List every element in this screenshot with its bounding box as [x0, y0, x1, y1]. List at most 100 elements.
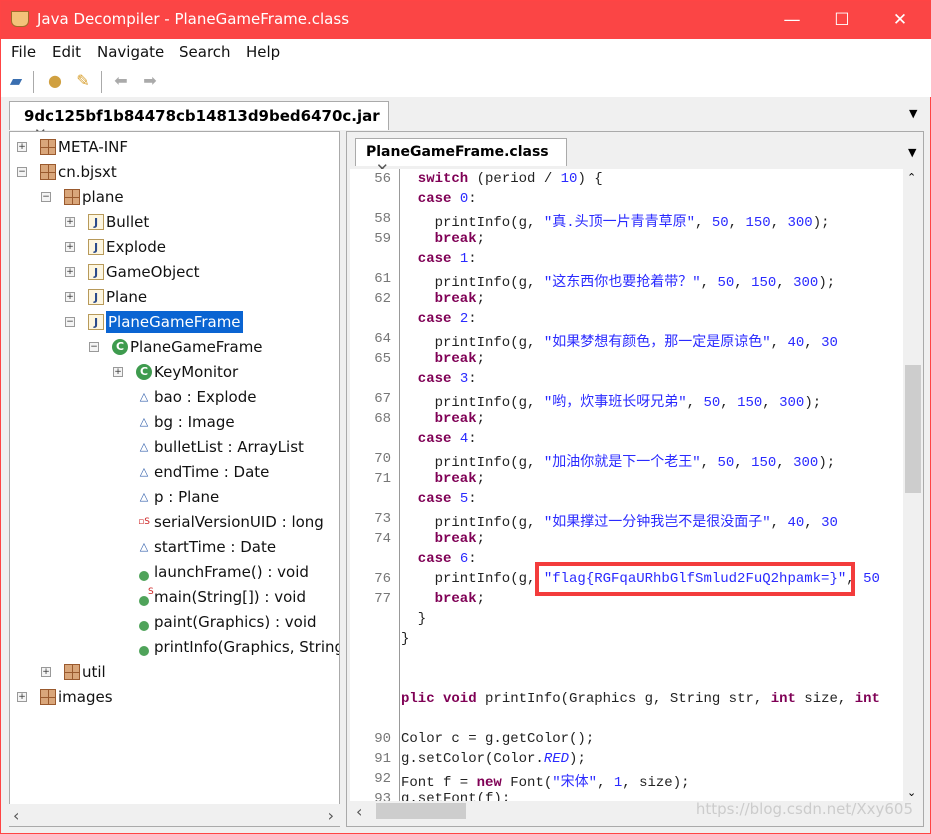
menu-edit[interactable]: Edit [52, 43, 81, 61]
tree-item[interactable]: + J Plane [10, 286, 339, 308]
tree-item-label: GameObject [106, 263, 200, 281]
tab-list-dropdown-icon[interactable]: ▼ [909, 107, 917, 120]
line-number: 64 [374, 331, 391, 347]
package-icon [40, 164, 56, 180]
tree-item[interactable]: printInfo(Graphics, String [10, 636, 339, 658]
expand-icon[interactable]: + [65, 267, 75, 277]
code-line: break; [401, 411, 485, 427]
toolbar-separator [33, 71, 34, 93]
tree-item-label: PlaneGameFrame [106, 311, 243, 333]
tree-item[interactable]: + J GameObject [10, 261, 339, 283]
expand-icon[interactable]: + [113, 367, 123, 377]
tab-class-file[interactable]: PlaneGameFrame.class ✕ [355, 138, 567, 178]
tree-item[interactable]: △ endTime : Date [10, 461, 339, 483]
menu-navigate[interactable]: Navigate [97, 43, 164, 61]
code-line: case 5: [401, 491, 477, 507]
static-field-icon: ▫S [138, 517, 150, 527]
code-token: (period / [468, 171, 561, 187]
collapse-icon[interactable]: − [89, 342, 99, 352]
tree-item[interactable]: ▫S serialVersionUID : long [10, 511, 339, 533]
code-line: printInfo(g, "如果梦想有颜色，那一定是原谅色", 40, 30 [401, 331, 838, 351]
expand-icon[interactable]: + [65, 242, 75, 252]
code-token: } [417, 611, 427, 627]
scroll-left-icon[interactable]: ‹ [356, 802, 362, 821]
window-title: Java Decompiler - PlaneGameFrame.class [37, 10, 350, 28]
expand-icon[interactable]: + [65, 292, 75, 302]
tree-item[interactable]: − J PlaneGameFrame [10, 311, 339, 333]
code-token: int [770, 691, 796, 707]
collapse-icon[interactable]: − [65, 317, 75, 327]
tree-item[interactable]: △ p : Plane [10, 486, 339, 508]
code-token: 5 [459, 491, 469, 507]
scroll-right-icon[interactable]: › [328, 806, 334, 825]
tree-item[interactable]: Smain(String[]) : void [10, 586, 339, 608]
expand-icon[interactable]: + [41, 667, 51, 677]
menu-search[interactable]: Search [179, 43, 231, 61]
minimize-button[interactable]: — [779, 7, 805, 33]
tree-item[interactable]: △ bg : Image [10, 411, 339, 433]
code-token: 150 [745, 215, 771, 231]
code-token: , size); [622, 775, 690, 791]
expand-icon[interactable]: + [17, 142, 27, 152]
line-number: 90 [374, 731, 391, 747]
scroll-up-icon[interactable]: ⌃ [907, 171, 916, 184]
tree-item[interactable]: △ bao : Explode [10, 386, 339, 408]
code-token: , [846, 571, 864, 587]
code-token: , [762, 395, 780, 411]
tree-item[interactable]: − C PlaneGameFrame [10, 336, 339, 358]
code-editor[interactable]: 56 58 59 61 62 64 65 67 68 70 71 73 74 76 77 90 91 92 93 s… [350, 169, 903, 801]
tree-item[interactable]: + J Explode [10, 236, 339, 258]
tree-item[interactable]: launchFrame() : void [10, 561, 339, 583]
code-token: printInfo(g, [434, 335, 544, 351]
tree-item[interactable]: + META-INF [10, 136, 339, 158]
search-icon[interactable]: ✎ [72, 70, 94, 92]
menu-file[interactable]: File [11, 43, 36, 61]
collapse-icon[interactable]: − [41, 192, 51, 202]
forward-icon[interactable]: ➡ [139, 70, 161, 92]
open-type-icon[interactable]: ● [44, 70, 66, 92]
menu-help[interactable]: Help [246, 43, 280, 61]
code-token: ); [818, 275, 836, 291]
tree-item-label: bulletList : ArrayList [154, 438, 304, 456]
tree-item[interactable]: − plane [10, 186, 339, 208]
java-file-icon: J [88, 289, 104, 305]
code-token: Font f = [401, 775, 477, 791]
code-token: 50 [711, 215, 729, 231]
code-token: 300 [787, 215, 813, 231]
maximize-button[interactable]: ☐ [829, 7, 855, 33]
code-token: , [700, 275, 718, 291]
tree-item[interactable]: paint(Graphics) : void [10, 611, 339, 633]
expand-icon[interactable]: + [65, 217, 75, 227]
open-file-icon[interactable]: ▰ [5, 70, 27, 92]
code-token: : [468, 191, 477, 207]
tree-item[interactable]: + C KeyMonitor [10, 361, 339, 383]
tree-horizontal-scrollbar[interactable]: ‹ › [9, 804, 340, 826]
tree-item[interactable]: − cn.bjsxt [10, 161, 339, 183]
tree-item-label: startTime : Date [154, 538, 277, 556]
field-icon: △ [139, 465, 149, 478]
code-token: 30 [821, 515, 838, 531]
code-token: ); [812, 215, 830, 231]
code-line: break; [401, 231, 485, 247]
scroll-left-icon[interactable]: ‹ [13, 806, 19, 825]
close-button[interactable]: ✕ [887, 7, 913, 33]
code-token: switch [417, 171, 469, 187]
expand-icon[interactable]: + [17, 692, 27, 702]
line-number: 77 [374, 591, 391, 607]
code-token: case [417, 311, 452, 327]
scroll-down-icon[interactable]: ⌄ [907, 786, 916, 799]
tree-item[interactable]: + images [10, 686, 339, 708]
tree-item-label: printInfo(Graphics, String [154, 638, 340, 656]
scrollbar-thumb[interactable] [376, 803, 466, 819]
tree-item[interactable]: + util [10, 661, 339, 683]
code-vertical-scrollbar[interactable]: ⌃ ⌄ [903, 169, 921, 801]
collapse-icon[interactable]: − [17, 167, 27, 177]
scrollbar-thumb[interactable] [905, 365, 921, 493]
back-icon[interactable]: ⬅ [110, 70, 132, 92]
tree-item[interactable]: △ bulletList : ArrayList [10, 436, 339, 458]
tree-item[interactable]: + J Bullet [10, 211, 339, 233]
tab-jar-file[interactable]: 9dc125bf1b84478cb14813d9bed6470c.jar ✕ [9, 101, 389, 143]
tab-list-dropdown-icon[interactable]: ▼ [908, 146, 916, 159]
tree-item-label: cn.bjsxt [58, 163, 117, 181]
tree-item[interactable]: △ startTime : Date [10, 536, 339, 558]
